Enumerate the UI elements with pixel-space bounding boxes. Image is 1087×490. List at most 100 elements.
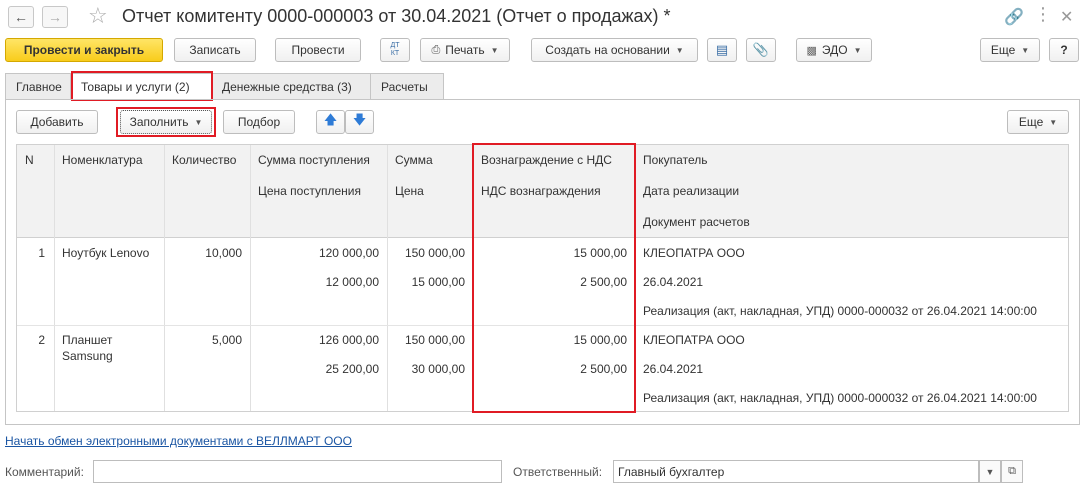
row2-nomenclature-line2[interactable]: Samsung xyxy=(62,349,113,363)
more-button[interactable]: Еще ▼ xyxy=(980,38,1040,62)
printer-icon: ⎙ xyxy=(431,43,441,56)
link-icon[interactable]: 🔗 xyxy=(1004,7,1024,27)
chevron-down-icon: ▼ xyxy=(985,466,995,477)
attach-button[interactable]: 📎 xyxy=(746,38,776,62)
col-divider xyxy=(387,145,388,411)
comment-field[interactable] xyxy=(93,460,502,483)
create-based-button[interactable]: Создать на основании ▼ xyxy=(531,38,698,62)
post-button[interactable]: Провести xyxy=(275,38,361,62)
add-button[interactable]: Добавить xyxy=(16,110,98,134)
favorite-star-icon[interactable]: ☆ xyxy=(88,3,108,29)
save-button[interactable]: Записать xyxy=(174,38,256,62)
header-buyer[interactable]: Покупатель xyxy=(643,153,707,167)
tab-settlements-label: Расчеты xyxy=(381,80,428,94)
responsible-dropdown-button[interactable]: ▼ xyxy=(979,460,1001,483)
fill-highlight-box xyxy=(116,107,216,137)
help-button[interactable]: ? xyxy=(1049,38,1079,62)
edo-icon: ▩ xyxy=(806,44,817,57)
col-divider xyxy=(250,145,251,411)
row2-sum[interactable]: 150 000,00 xyxy=(395,333,465,347)
header-settlement-doc[interactable]: Документ расчетов xyxy=(643,215,750,229)
tab-main-label: Главное xyxy=(16,80,62,94)
chevron-down-icon: ▼ xyxy=(1021,45,1030,55)
row2-receipt-price[interactable]: 25 200,00 xyxy=(258,362,379,376)
chevron-down-icon: ▼ xyxy=(1049,117,1058,127)
row2-nomenclature-line1[interactable]: Планшет xyxy=(62,333,112,347)
table-more-label: Еще xyxy=(1018,115,1044,129)
row1-n[interactable]: 1 xyxy=(25,246,45,260)
row2-quantity[interactable]: 5,000 xyxy=(172,333,242,347)
move-up-button[interactable]: 🡅 xyxy=(316,110,345,134)
chevron-down-icon: ▼ xyxy=(675,45,684,55)
table-more-button[interactable]: Еще ▼ xyxy=(1007,110,1069,134)
row1-buyer[interactable]: КЛЕОПАТРА ООО xyxy=(643,246,745,260)
header-receipt-price[interactable]: Цена поступления xyxy=(258,184,361,198)
header-sale-date[interactable]: Дата реализации xyxy=(643,184,739,198)
dt-kt-button[interactable]: ДТ КТ xyxy=(380,38,410,62)
select-button[interactable]: Подбор xyxy=(223,110,295,134)
header-n[interactable]: N xyxy=(25,153,34,167)
help-label: ? xyxy=(1060,43,1068,57)
back-arrow-icon[interactable]: ← xyxy=(8,6,34,28)
header-receipt-sum[interactable]: Сумма поступления xyxy=(258,153,370,167)
tab-money[interactable]: Денежные средства (3) xyxy=(211,73,371,100)
start-edo-link[interactable]: Начать обмен электронными документами с … xyxy=(5,434,352,448)
edo-button[interactable]: ▩ ЭДО ▼ xyxy=(796,38,872,62)
print-button[interactable]: ⎙ Печать ▼ xyxy=(420,38,510,62)
window-title: Отчет комитенту 0000-000003 от 30.04.202… xyxy=(122,6,671,26)
responsible-label: Ответственный: xyxy=(513,465,603,479)
responsible-field[interactable]: Главный бухгалтер xyxy=(613,460,979,483)
print-label: Печать xyxy=(445,43,485,57)
row1-settlement-doc[interactable]: Реализация (акт, накладная, УПД) 0000-00… xyxy=(643,304,1037,318)
responsible-open-button[interactable]: ⧉ xyxy=(1001,460,1023,483)
title-bar: ← → ☆ Отчет комитенту 0000-000003 от 30.… xyxy=(0,0,1087,34)
edo-label: ЭДО xyxy=(821,43,848,57)
select-label: Подбор xyxy=(237,115,281,129)
row2-sale-date[interactable]: 26.04.2021 xyxy=(643,362,703,376)
tab-highlight-box xyxy=(71,71,213,101)
header-quantity[interactable]: Количество xyxy=(172,153,236,167)
comment-label: Комментарий: xyxy=(5,465,84,479)
tab-main[interactable]: Главное xyxy=(5,73,71,100)
tab-settlements[interactable]: Расчеты xyxy=(370,73,444,100)
paperclip-icon: 📎 xyxy=(752,42,770,57)
header-nomenclature[interactable]: Номенклатура xyxy=(62,153,143,167)
col-divider xyxy=(54,145,55,411)
create-based-label: Создать на основании xyxy=(545,43,670,57)
row2-price[interactable]: 30 000,00 xyxy=(395,362,465,376)
close-icon[interactable]: ✕ xyxy=(1060,7,1073,27)
chevron-down-icon: ▼ xyxy=(490,45,499,55)
post-and-close-button[interactable]: Провести и закрыть xyxy=(5,38,163,62)
row2-receipt-sum[interactable]: 126 000,00 xyxy=(258,333,379,347)
dt-kt-icon: ДТ КТ xyxy=(390,42,400,57)
forward-arrow-icon[interactable]: → xyxy=(42,6,68,28)
structure-button[interactable]: ▤ xyxy=(707,38,737,62)
arrow-up-icon: 🡅 xyxy=(323,112,338,127)
post-label: Провести xyxy=(291,43,345,57)
more-label: Еще xyxy=(990,43,1016,57)
structure-icon: ▤ xyxy=(715,42,729,57)
row2-settlement-doc[interactable]: Реализация (акт, накладная, УПД) 0000-00… xyxy=(643,391,1037,405)
row1-price[interactable]: 15 000,00 xyxy=(395,275,465,289)
header-price[interactable]: Цена xyxy=(395,184,424,198)
post-and-close-label: Провести и закрыть xyxy=(23,43,145,57)
tab-money-label: Денежные средства (3) xyxy=(222,80,352,94)
add-label: Добавить xyxy=(30,115,84,129)
menu-dots-icon[interactable]: ⋮ xyxy=(1034,4,1052,25)
row2-buyer[interactable]: КЛЕОПАТРА ООО xyxy=(643,333,745,347)
row1-quantity[interactable]: 10,000 xyxy=(172,246,242,260)
row1-receipt-sum[interactable]: 120 000,00 xyxy=(258,246,379,260)
header-sum[interactable]: Сумма xyxy=(395,153,433,167)
row2-n[interactable]: 2 xyxy=(25,333,45,347)
chevron-down-icon: ▼ xyxy=(853,45,862,55)
move-down-button[interactable]: 🡇 xyxy=(345,110,374,134)
open-form-icon: ⧉ xyxy=(1008,465,1016,477)
save-label: Записать xyxy=(189,43,241,57)
row1-receipt-price[interactable]: 12 000,00 xyxy=(258,275,379,289)
row1-nomenclature[interactable]: Ноутбук Lenovo xyxy=(62,246,149,260)
row1-sale-date[interactable]: 26.04.2021 xyxy=(643,275,703,289)
col-divider xyxy=(164,145,165,411)
reward-column-highlight-box xyxy=(472,143,636,413)
row1-sum[interactable]: 150 000,00 xyxy=(395,246,465,260)
arrow-down-icon: 🡇 xyxy=(352,112,367,127)
